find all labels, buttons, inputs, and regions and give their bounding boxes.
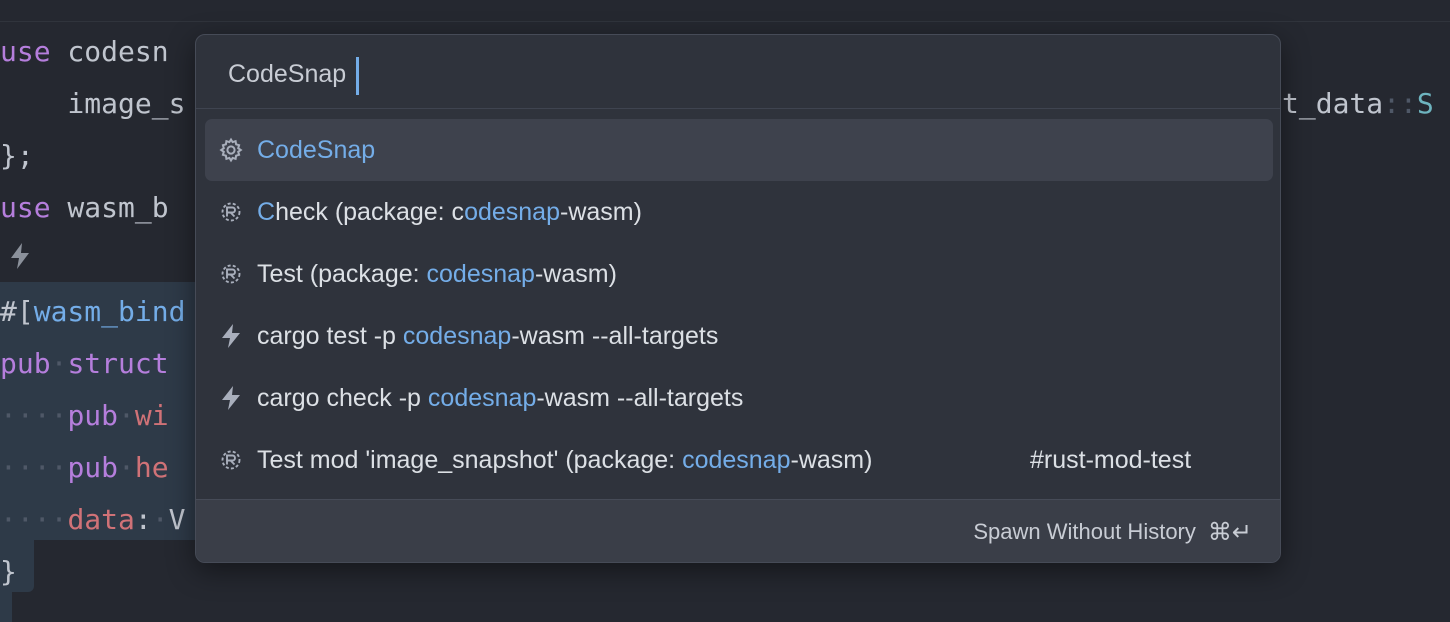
code-line-fragment[interactable]: t_data::S (1282, 78, 1434, 130)
rust-icon (218, 261, 244, 287)
task-result-label: Test (package: codesnap-wasm) (257, 260, 617, 288)
task-result-item[interactable]: Check (package: codesnap-wasm) (205, 181, 1273, 243)
task-result-item[interactable]: cargo check -p codesnap-wasm --all-targe… (205, 367, 1273, 429)
code-line[interactable]: #[wasm_bind (0, 286, 185, 338)
code-line[interactable]: pub·struct (0, 338, 169, 390)
code-line[interactable]: }; (0, 130, 34, 182)
bolt-icon (218, 385, 244, 411)
code-line[interactable]: ····pub·wi (0, 390, 169, 442)
query-row (196, 35, 1280, 109)
text-caret (356, 57, 359, 95)
rust-icon (218, 199, 244, 225)
task-result-label: Test mod 'image_snapshot' (package: code… (257, 446, 873, 474)
code-line[interactable]: use codesn (0, 26, 169, 78)
task-result-item[interactable]: CodeSnap (205, 119, 1273, 181)
shortcut-keys: ⌘↵ (1207, 518, 1252, 546)
picker-footer: Spawn Without History ⌘↵ (196, 499, 1280, 562)
task-result-item[interactable]: Test mod 'image_snapshot' (package: code… (205, 429, 1273, 491)
task-result-label: cargo check -p codesnap-wasm --all-targe… (257, 384, 744, 412)
gear-icon (218, 137, 244, 163)
task-result-item[interactable]: Test (package: codesnap-wasm) (205, 243, 1273, 305)
bolt-icon (218, 323, 244, 349)
task-result-item[interactable]: cargo test -p codesnap-wasm --all-target… (205, 305, 1273, 367)
task-result-label: CodeSnap (257, 136, 376, 164)
code-line[interactable]: ····pub·he (0, 442, 169, 494)
rust-icon (218, 447, 244, 473)
editor-top-border (0, 0, 1450, 22)
code-line[interactable]: image_s (0, 78, 185, 130)
task-result-label: cargo test -p codesnap-wasm --all-target… (257, 322, 719, 350)
code-line[interactable]: ····data:·V (0, 494, 185, 546)
spawn-without-history-label: Spawn Without History (973, 519, 1196, 544)
task-search-input[interactable] (228, 57, 368, 91)
run-bolt-icon[interactable] (8, 242, 32, 270)
code-line[interactable]: } (0, 546, 17, 598)
task-result-label: Check (package: codesnap-wasm) (257, 198, 642, 226)
task-spawn-picker: CodeSnap Check (package: codesnap-wasm) Te… (195, 34, 1281, 563)
task-tag: #rust-mod-test (1030, 446, 1192, 474)
keyboard-shortcut: ⌘↵ (1208, 518, 1252, 546)
code-line[interactable]: use wasm_b (0, 182, 169, 234)
spawn-without-history-button[interactable]: Spawn Without History ⌘↵ (973, 500, 1252, 562)
